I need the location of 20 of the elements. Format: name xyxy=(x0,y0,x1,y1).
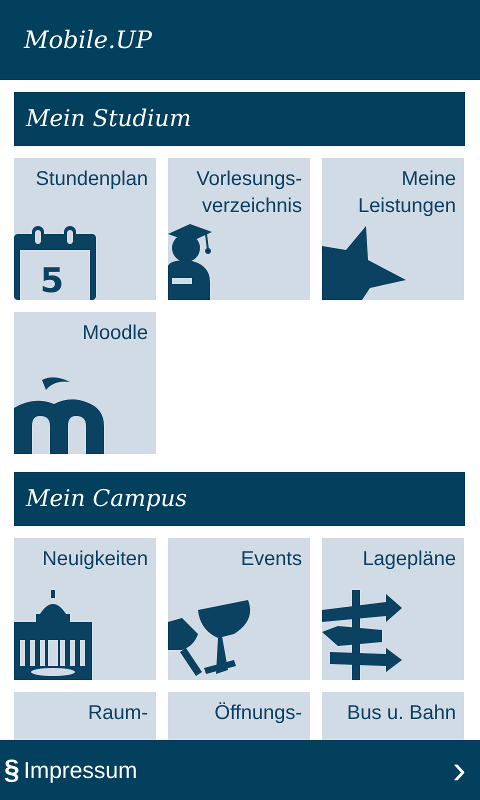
paragraph-icon: § xyxy=(4,754,20,786)
star-icon xyxy=(322,226,406,300)
impressum-label: Impressum xyxy=(24,756,138,784)
menu-tile[interactable]: Raum- xyxy=(14,692,156,740)
menu-tile[interactable]: Lagepläne xyxy=(322,538,464,680)
app-title: Mobile.UP xyxy=(24,26,152,54)
section-title: Mein Studium xyxy=(26,106,192,132)
menu-tile[interactable]: Meine Leistungen xyxy=(322,158,464,300)
menu-tile[interactable]: Neuigkeiten xyxy=(14,538,156,680)
building-icon xyxy=(14,590,92,680)
signpost-icon xyxy=(322,590,402,680)
menu-tile[interactable]: Vorlesungs- verzeichnis xyxy=(168,158,310,300)
footer-bar[interactable]: §Impressum › xyxy=(0,740,480,800)
menu-tile[interactable]: Moodle xyxy=(14,312,156,454)
section-title: Mein Campus xyxy=(26,486,188,512)
menu-tile[interactable]: Stundenplan 5 xyxy=(14,158,156,300)
menu-tile[interactable]: Öffnungs- xyxy=(168,692,310,740)
menu-tile[interactable]: Events xyxy=(168,538,310,680)
menu-tile[interactable]: Bus u. Bahn xyxy=(322,692,464,740)
chevron-icon: › xyxy=(452,750,466,790)
